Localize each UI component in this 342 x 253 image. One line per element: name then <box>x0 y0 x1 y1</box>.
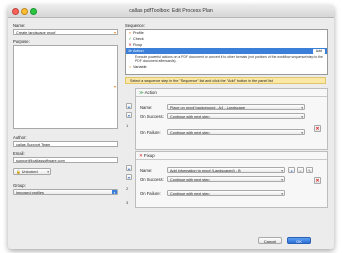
warning-icon: ▾ <box>113 84 116 89</box>
edit-pencil-icon[interactable]: ✎ <box>306 167 313 173</box>
step-header: ✕ Fixup <box>136 152 327 160</box>
on-success-value: Continue with next step <box>170 178 210 182</box>
sequence-item-label: Action <box>133 49 144 53</box>
on-failure-select[interactable]: Continue with next step ▾ <box>167 190 285 196</box>
on-failure-label: On Failure: <box>140 130 161 135</box>
group-select[interactable]: Imposed profiles ▾ <box>13 189 118 195</box>
step-name-select[interactable]: Add information to proof (Landscaped) - … <box>167 167 285 173</box>
on-failure-value: Continue with next step <box>170 131 210 135</box>
variable-icon: ≈ <box>128 65 132 69</box>
window-title: callas pdfToolbox: Edit Process Plan <box>129 8 213 14</box>
sequence-item-variable[interactable]: ≈ Variable <box>126 64 327 70</box>
lock-select-value: Unlocked <box>21 170 38 174</box>
hint-bar: Select a sequence step in the "Sequence"… <box>125 77 326 84</box>
step-name-label: Name: <box>140 168 153 173</box>
name-field[interactable]: Create landscape proof ▾ <box>13 29 118 35</box>
sequence-item-action[interactable]: ≫Action Add <box>126 48 327 54</box>
sequence-item-label: Profile <box>133 31 144 35</box>
on-success-label: On Success: <box>140 177 164 182</box>
step-panel-action: ≫ Action Name: Place on proof background… <box>135 88 328 150</box>
warning-icon: ▾ <box>113 30 116 35</box>
zoom-window-button[interactable] <box>30 8 37 15</box>
move-down-button[interactable]: ▼ <box>126 174 132 180</box>
author-field[interactable]: callas Support Team <box>13 141 118 147</box>
on-success-select[interactable]: Continue with next step ▾ <box>167 176 285 182</box>
edit-button[interactable]: ● <box>288 167 295 173</box>
email-field[interactable]: support@callassoftware.com <box>13 157 118 163</box>
action-icon: ≫ <box>128 49 132 53</box>
title-bar: callas pdfToolbox: Edit Process Plan <box>8 5 334 18</box>
chevron-down-icon: ▾ <box>47 170 49 174</box>
minimize-window-button[interactable] <box>21 8 28 15</box>
purpose-field[interactable]: ▾ <box>13 45 118 129</box>
on-success-label: On Success: <box>140 114 164 119</box>
ok-button[interactable]: OK <box>287 237 311 244</box>
step-name-value: Add information to proof (Landscaped) - … <box>170 169 241 173</box>
hint-text: Select a sequence step in the "Sequence"… <box>130 79 273 83</box>
move-down-button[interactable]: ▼ <box>126 112 132 118</box>
on-failure-value: Continue with next step <box>170 192 210 196</box>
chevron-down-icon: ▾ <box>281 178 283 182</box>
on-failure-select[interactable]: Continue with next step ▾ <box>167 129 305 135</box>
chevron-down-icon: ▾ <box>301 106 303 110</box>
cancel-button[interactable]: Cancel <box>258 237 282 244</box>
group-select-value: Imposed profiles <box>16 191 44 195</box>
chevron-down-icon: ▾ <box>112 190 117 195</box>
chevron-down-icon: ▾ <box>281 192 283 196</box>
move-up-button[interactable]: ▲ <box>126 165 132 171</box>
step-title: Action <box>144 90 157 95</box>
window-controls <box>12 8 37 15</box>
on-success-select[interactable]: Continue with next step ▾ <box>167 113 305 119</box>
chevron-down-icon: ▾ <box>301 131 303 135</box>
sequence-list[interactable]: ≡ Profile ✓Check ✕Fixup ≫Action Add Execu… <box>125 29 328 75</box>
sequence-item-label: Check <box>133 37 144 41</box>
step-title: Fixup <box>143 153 155 158</box>
remove-step-button[interactable]: ✕ <box>314 125 321 132</box>
move-up-button[interactable]: ▲ <box>126 103 132 109</box>
step-number: 3 <box>126 200 129 205</box>
email-field-value: support@callassoftware.com <box>16 159 65 163</box>
step-panel-fixup: ✕ Fixup Name: Add information to proof (… <box>135 151 328 208</box>
sequence-item-label: Variable <box>133 65 147 69</box>
name-field-value: Create landscape proof <box>16 31 56 35</box>
name-label: Name: <box>13 23 26 28</box>
search-icon[interactable]: ⌕ <box>297 167 304 173</box>
chevron-down-icon: ▾ <box>281 169 283 173</box>
lock-select[interactable]: 🔓 Unlocked ▾ <box>13 168 51 175</box>
step-number: 1 <box>126 123 129 128</box>
step-header: ≫ Action <box>136 89 327 97</box>
lock-icon: 🔓 <box>16 170 21 174</box>
sequence-item-description: Execute powerful actions on a PDF docume… <box>135 54 323 63</box>
sequence-item-label: Fixup <box>133 43 143 47</box>
on-failure-label: On Failure: <box>140 191 161 196</box>
remove-step-button[interactable]: ✕ <box>314 177 321 184</box>
author-label: Author: <box>13 135 27 140</box>
step-name-value: Place on proof background - A4 - Landsca… <box>170 106 246 110</box>
chevron-down-icon: ▾ <box>301 115 303 119</box>
step-name-label: Name: <box>140 105 153 110</box>
group-label: Group: <box>13 183 26 188</box>
fixup-icon: ✕ <box>139 153 143 158</box>
step-name-select[interactable]: Place on proof background - A4 - Landsca… <box>167 104 305 110</box>
action-icon: ≫ <box>139 90 144 95</box>
on-success-value: Continue with next step <box>170 115 210 119</box>
purpose-label: Purpose: <box>13 39 30 44</box>
process-plan-window: callas pdfToolbox: Edit Process Plan Nam… <box>8 5 334 249</box>
close-window-button[interactable] <box>12 8 19 15</box>
email-label: Email: <box>13 151 25 156</box>
step-number: 2 <box>126 186 129 191</box>
add-button[interactable]: Add <box>312 48 325 54</box>
sequence-label: Sequence: <box>125 23 146 28</box>
author-field-value: callas Support Team <box>16 143 51 147</box>
